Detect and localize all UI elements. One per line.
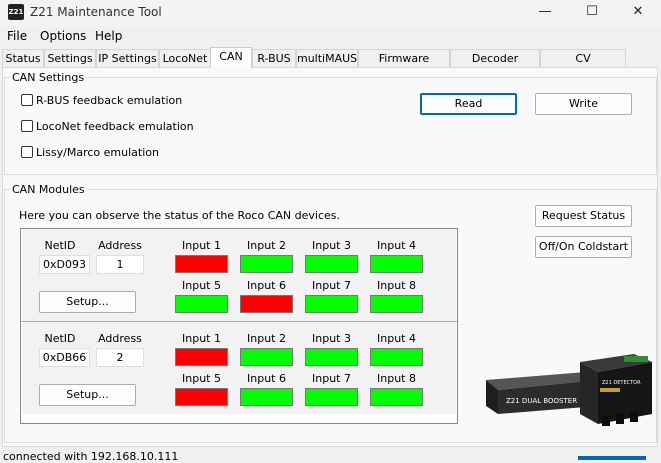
- r-bus-feedback-label: R-BUS feedback emulation: [36, 94, 183, 107]
- booster-label: Z21 DUAL BOOSTER: [506, 397, 577, 405]
- input-label: Input 2: [247, 332, 286, 345]
- input-indicator: [175, 295, 228, 313]
- netid-field: 0xD093: [39, 255, 90, 274]
- lissy-marco-checkbox[interactable]: [21, 146, 33, 158]
- tab-can[interactable]: CAN: [210, 47, 252, 68]
- minimize-button[interactable]: —: [522, 0, 568, 26]
- input-indicator: [175, 255, 228, 273]
- input-indicator: [240, 348, 293, 366]
- input-indicator: [305, 388, 358, 406]
- can-module-row: NetID Address 0xDB66 2 Setup... Input 1 …: [22, 322, 456, 414]
- input-indicator: [370, 388, 423, 406]
- netid-field: 0xDB66: [39, 348, 90, 367]
- device-product-image: Z21 DUAL BOOSTER Z21 DETECTOR: [486, 354, 652, 426]
- input-label: Input 5: [182, 279, 221, 292]
- setup-button[interactable]: Setup...: [39, 384, 136, 406]
- coldstart-button[interactable]: Off/On Coldstart: [535, 236, 632, 258]
- loconet-feedback-checkbox[interactable]: [21, 120, 33, 132]
- input-label: Input 5: [182, 372, 221, 385]
- request-status-button[interactable]: Request Status: [535, 205, 632, 227]
- input-label: Input 1: [182, 332, 221, 345]
- tab-decoder-update[interactable]: Decoder update: [450, 49, 540, 83]
- input-label: Input 1: [182, 239, 221, 252]
- can-module-list[interactable]: NetID Address 0xD093 1 Setup... Input 1 …: [20, 228, 458, 424]
- input-indicator: [240, 295, 293, 313]
- input-indicator: [305, 348, 358, 366]
- address-field[interactable]: 1: [96, 255, 144, 274]
- input-indicator: [240, 388, 293, 406]
- write-button[interactable]: Write: [535, 93, 632, 115]
- status-bar: connected with 192.168.10.111: [0, 449, 661, 463]
- address-label: Address: [98, 239, 142, 252]
- input-label: Input 3: [312, 239, 351, 252]
- connection-progress: [578, 456, 646, 460]
- input-label: Input 3: [312, 332, 351, 345]
- tab-loconet[interactable]: LocoNet: [159, 49, 211, 67]
- setup-button[interactable]: Setup...: [39, 291, 136, 313]
- tab-firmware-update[interactable]: Firmware update: [358, 49, 450, 83]
- netid-label: NetID: [44, 239, 76, 252]
- input-indicator: [175, 388, 228, 406]
- can-settings-title: CAN Settings: [10, 71, 87, 84]
- input-label: Input 4: [377, 239, 416, 252]
- close-button[interactable]: ✕: [615, 0, 661, 26]
- tab-ip-settings[interactable]: IP Settings: [96, 49, 159, 67]
- input-label: Input 6: [247, 372, 286, 385]
- lissy-marco-label: Lissy/Marco emulation: [36, 146, 159, 159]
- input-label: Input 7: [312, 279, 351, 292]
- can-modules-title: CAN Modules: [10, 183, 87, 196]
- can-modules-description: Here you can observe the status of the R…: [19, 209, 340, 222]
- menu-file[interactable]: File: [7, 29, 27, 43]
- r-bus-feedback-checkbox[interactable]: [21, 94, 33, 106]
- read-button[interactable]: Read: [420, 93, 517, 115]
- detector-label: Z21 DETECTOR: [602, 380, 641, 386]
- tab-cv-programming[interactable]: CV Programming: [540, 49, 626, 83]
- input-indicator: [370, 348, 423, 366]
- input-label: Input 8: [377, 372, 416, 385]
- tab-r-bus[interactable]: R-BUS: [252, 49, 296, 67]
- input-indicator: [240, 255, 293, 273]
- menu-options[interactable]: Options: [40, 29, 86, 43]
- connection-status: connected with 192.168.10.111: [3, 450, 179, 463]
- input-indicator: [305, 295, 358, 313]
- maximize-button[interactable]: ☐: [569, 0, 615, 26]
- input-label: Input 6: [247, 279, 286, 292]
- window-title: Z21 Maintenance Tool: [30, 5, 162, 19]
- input-label: Input 2: [247, 239, 286, 252]
- input-label: Input 8: [377, 279, 416, 292]
- title-bar: Z21 Z21 Maintenance Tool — ☐ ✕: [0, 0, 661, 26]
- loconet-feedback-label: LocoNet feedback emulation: [36, 120, 194, 133]
- input-indicator: [370, 255, 423, 273]
- app-icon: Z21: [8, 4, 24, 20]
- input-indicator: [305, 255, 358, 273]
- address-label: Address: [98, 332, 142, 345]
- tab-settings[interactable]: Settings: [44, 49, 96, 67]
- address-field[interactable]: 2: [96, 348, 144, 367]
- tab-multimaus[interactable]: multiMAUS: [296, 49, 358, 67]
- input-indicator: [175, 348, 228, 366]
- netid-label: NetID: [44, 332, 76, 345]
- can-module-row: NetID Address 0xD093 1 Setup... Input 1 …: [22, 229, 456, 321]
- input-label: Input 7: [312, 372, 351, 385]
- tab-status[interactable]: Status: [2, 49, 44, 67]
- input-label: Input 4: [377, 332, 416, 345]
- menu-help[interactable]: Help: [95, 29, 122, 43]
- input-indicator: [370, 295, 423, 313]
